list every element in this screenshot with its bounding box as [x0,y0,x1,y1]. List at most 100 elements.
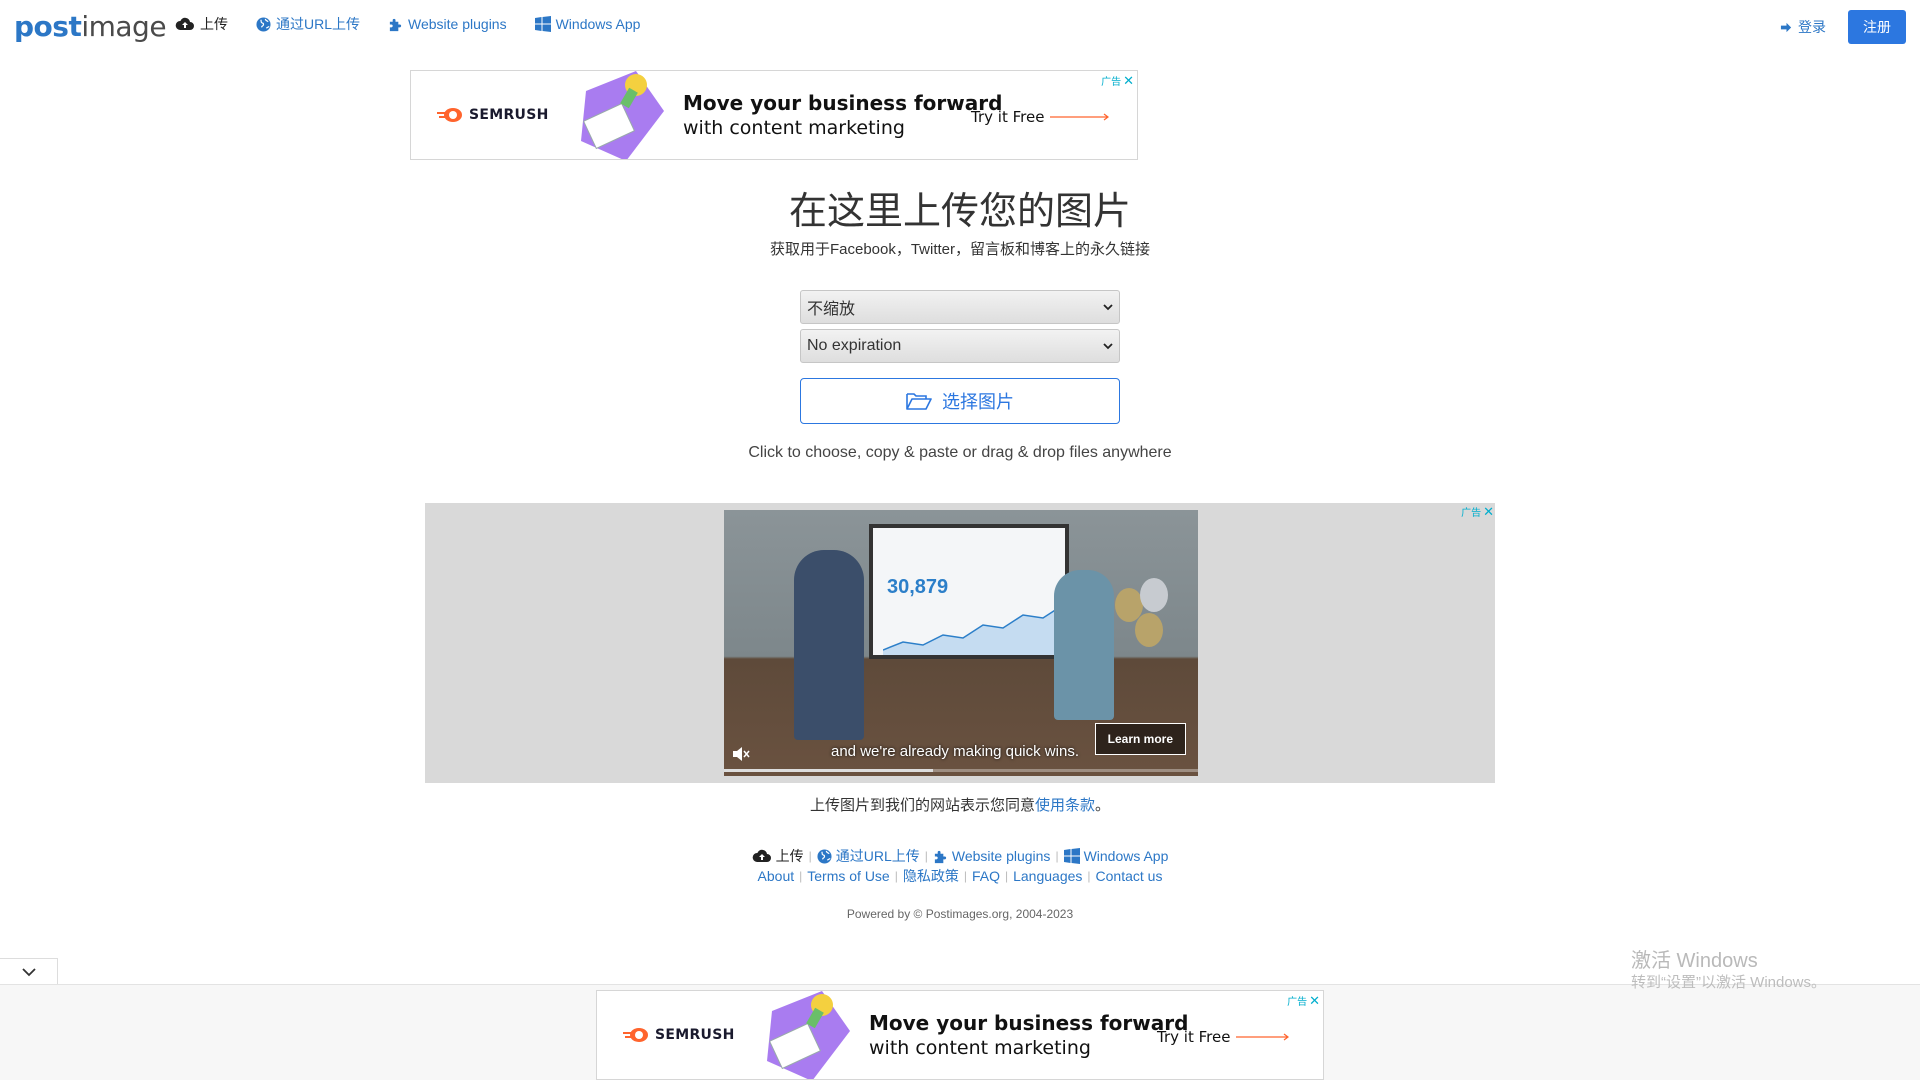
resize-select[interactable]: 不缩放 [800,290,1120,324]
ad-choices[interactable]: 广告 ✕ [1461,504,1494,520]
nav-windows-app[interactable]: Windows App [534,14,641,34]
ad-choices-label: 广告 [1287,997,1308,1008]
cloud-upload-icon [175,17,194,30]
nav-upload[interactable]: 上传 [175,14,228,34]
ad-choices-label: 广告 [1461,508,1482,519]
footer-windows-app[interactable]: Windows App [1063,848,1169,864]
puzzle-icon [934,850,946,863]
footer-about[interactable]: About [758,868,795,884]
footer-terms[interactable]: Terms of Use [807,868,889,884]
close-icon[interactable]: ✕ [1483,505,1494,518]
ad-choices[interactable]: 广告 ✕ [1101,73,1134,89]
video-progress-bar[interactable] [724,769,1198,772]
footer-upload-label: 上传 [775,848,804,864]
nav-windows-app-label: Windows App [555,16,641,32]
register-button[interactable]: 注册 [1848,10,1906,44]
separator: | [799,869,803,883]
nav-upload-label: 上传 [200,16,228,32]
separator: | [924,849,928,863]
postimage-logo[interactable]: postimage [14,10,167,43]
footer-windows-app-label: Windows App [1083,848,1169,864]
powered-by-text: Powered by © Postimages.org, 2004-2023 [846,907,1074,921]
separator: | [1004,869,1009,883]
footer-contact[interactable]: Contact us [1096,868,1163,884]
listener-figure [1054,570,1114,720]
separator: | [808,849,812,863]
nav-url-upload-label: 通过URL上传 [276,16,361,32]
separator: | [1087,869,1091,883]
ad-cta[interactable]: Try it Free [1157,1028,1292,1046]
semrush-brand-label: SEMRUSH [469,107,549,123]
nav-links: 上传 通过URL上传 Website plugins Windows App [175,14,640,34]
windows-activation-watermark: 激活 Windows [1631,950,1758,972]
cloud-upload-icon [752,849,771,862]
terms-link[interactable]: 使用条款 [1035,797,1095,814]
balloons-graphic [1115,578,1168,647]
ad-cta-label: Try it Free [971,108,1045,126]
ad-cta[interactable]: Try it Free [971,108,1112,126]
logo-post-text: post [14,10,82,43]
windows-icon [1063,848,1080,864]
separator: | [894,869,898,883]
login-label: 登录 [1798,19,1826,35]
choose-images-button[interactable]: 选择图片 [800,378,1120,424]
page-subtitle: 获取用于Facebook，Twitter，留言板和博客上的永久链接 [769,241,1151,258]
footer-languages[interactable]: Languages [1013,868,1082,884]
footer-upload[interactable]: 上传 [752,846,804,866]
top-navbar: postimage 上传 通过URL上传 Website plugins Win… [0,0,1920,48]
footer-privacy[interactable]: 隐私政策 [903,866,959,886]
footer-nav-secondary: About | Terms of Use | 隐私政策 | FAQ | Lang… [0,866,1920,886]
collapse-ad-tab[interactable] [0,958,58,986]
learn-more-button[interactable]: Learn more [1094,723,1186,755]
footer-url-upload-label: 通过URL上传 [835,848,920,864]
nav-right: 登录 注册 [1780,10,1906,44]
expiration-select[interactable]: No expiration [800,329,1120,363]
muted-speaker-icon[interactable] [732,746,750,762]
terms-prefix: 上传图片到我们的网站表示您同意 [809,797,1035,814]
footer-plugins[interactable]: Website plugins [933,848,1051,864]
presentation-screen: 30,879 [869,524,1069,659]
arrow-right-icon [1050,113,1110,121]
screen-stat: 30,879 [887,576,949,598]
arrow-right-icon [1236,1033,1290,1041]
footer-url-upload[interactable]: 通过URL上传 [817,846,920,866]
choose-images-label: 选择图片 [942,392,1014,412]
expiration-select-value: No expiration [807,337,902,354]
ad-choices[interactable]: 广告 ✕ [1287,993,1320,1009]
top-ad-banner[interactable]: SEMRUSH Move your business forward with … [410,70,1138,160]
sign-in-icon [1780,22,1792,32]
separator: | [963,869,967,883]
nav-plugins-label: Website plugins [408,16,507,32]
chevron-down-icon [1103,342,1113,349]
megaphone-illustration [581,71,664,159]
globe-icon [817,848,832,864]
ad-choices-label: 广告 [1101,77,1122,88]
chevron-down-icon [21,968,36,977]
resize-select-value: 不缩放 [807,301,856,318]
nav-plugins[interactable]: Website plugins [388,14,507,34]
close-icon[interactable]: ✕ [1309,994,1320,1007]
megaphone-illustration [767,991,850,1079]
upload-hint: Click to choose, copy & paste or drag & … [748,444,1172,461]
ad-headline: Move your business forward [869,1011,1189,1035]
puzzle-icon [389,18,402,31]
video-caption: and we're already making quick wins. [831,743,1079,760]
windows-icon [534,16,551,32]
footer-faq[interactable]: FAQ [972,868,1000,884]
nav-url-upload[interactable]: 通过URL上传 [256,14,360,34]
folder-open-icon [906,393,932,410]
semrush-brand: SEMRUSH [437,107,549,123]
footer-plugins-label: Website plugins [951,848,1051,864]
presenter-figure [794,550,864,740]
footer-nav-primary: 上传 | 通过URL上传 | Website plugins | Windows… [0,846,1920,866]
globe-icon [256,16,271,32]
video-ad-container: 30,879 and we're already making quick wi… [425,503,1495,783]
close-icon[interactable]: ✕ [1123,74,1134,87]
bottom-ad-banner[interactable]: SEMRUSH Move your business forward with … [596,990,1324,1080]
login-link[interactable]: 登录 [1780,17,1826,37]
ad-subline: with content marketing [683,117,905,139]
video-ad-player[interactable]: 30,879 and we're already making quick wi… [724,510,1198,776]
semrush-flame-icon [623,1028,648,1042]
semrush-flame-icon [437,108,462,122]
video-progress-fill [724,769,933,772]
